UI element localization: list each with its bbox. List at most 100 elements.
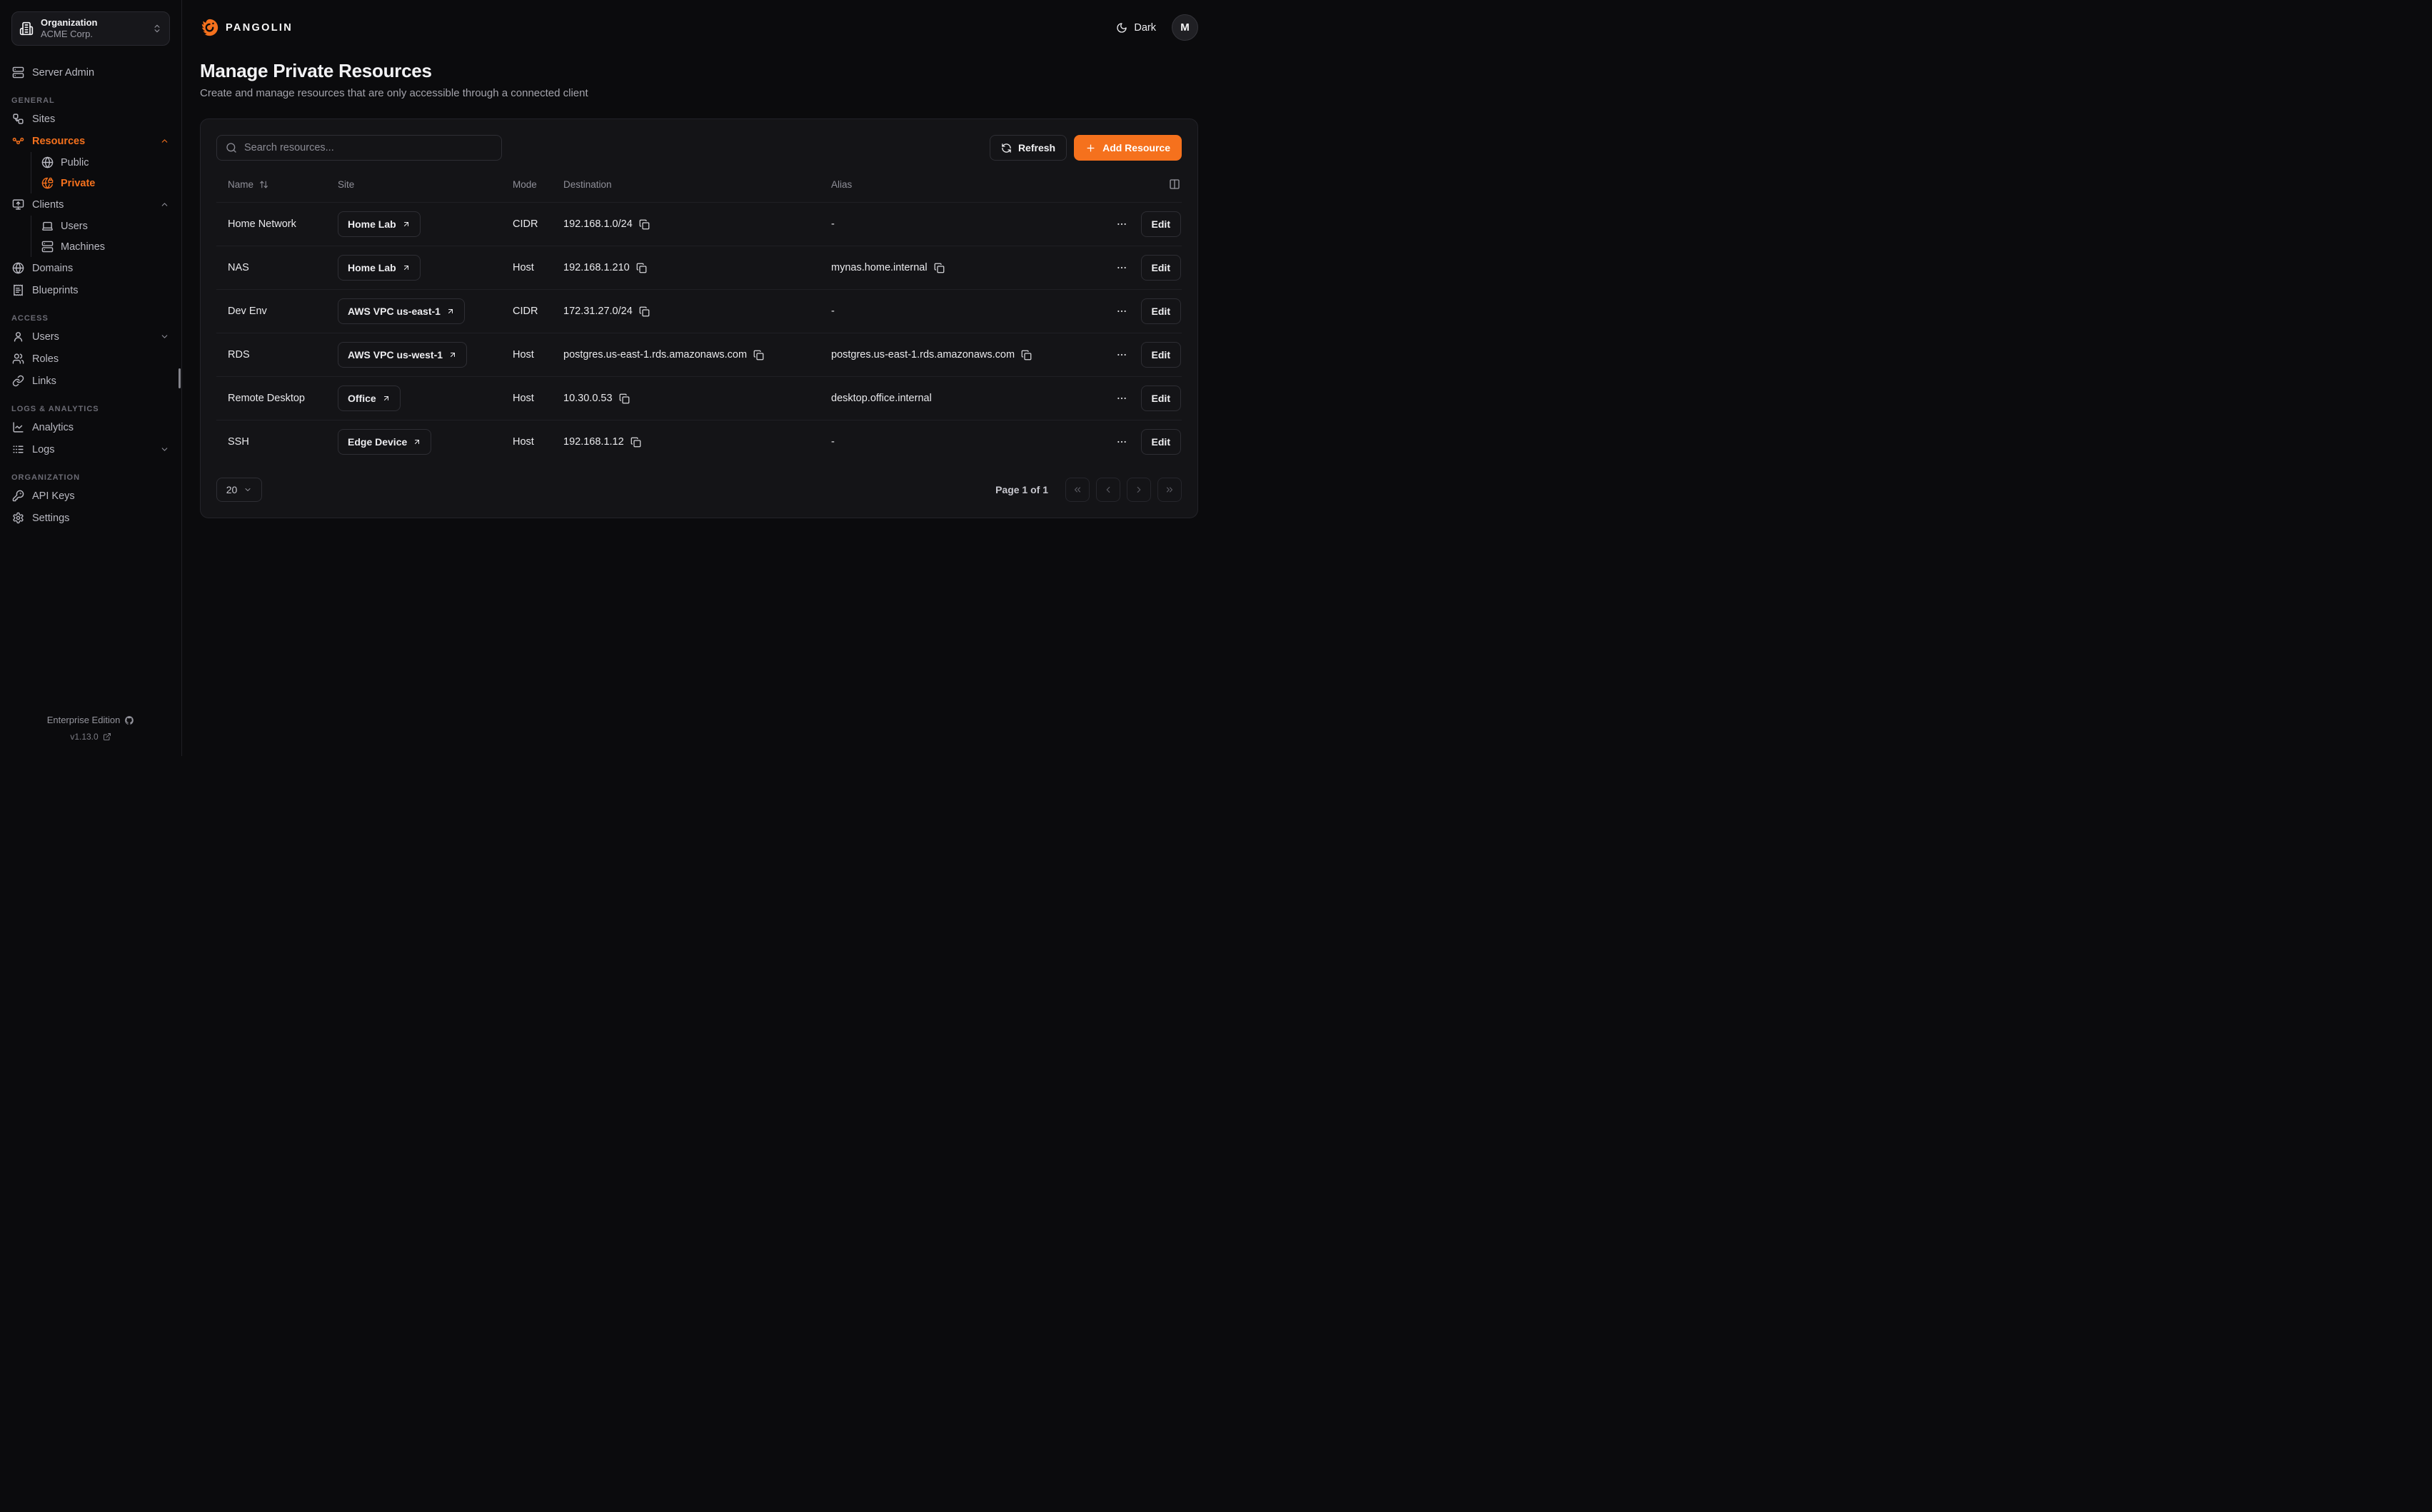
site-link[interactable]: Home Lab — [338, 255, 421, 281]
key-icon — [12, 490, 24, 502]
site-link[interactable]: AWS VPC us-east-1 — [338, 298, 465, 324]
cell-destination: 192.168.1.210 — [563, 262, 630, 273]
edit-button[interactable]: Edit — [1141, 342, 1181, 368]
edit-button[interactable]: Edit — [1141, 255, 1181, 281]
sidebar-item-api-keys[interactable]: API Keys — [11, 485, 170, 507]
edit-button[interactable]: Edit — [1141, 298, 1181, 324]
table-header-row: Name Site Mode Destination Alias — [216, 166, 1182, 202]
next-page-button[interactable] — [1127, 478, 1151, 502]
site-link[interactable]: Home Lab — [338, 211, 421, 237]
copy-icon — [619, 393, 630, 404]
section-label-access: ACCESS — [11, 314, 170, 323]
sidebar-item-label: Public — [61, 157, 89, 168]
chevrons-left-icon — [1072, 485, 1082, 495]
site-link-label: AWS VPC us-east-1 — [348, 306, 441, 317]
sidebar-item-label: Sites — [32, 114, 55, 125]
sidebar-item-links[interactable]: Links — [11, 370, 170, 392]
globe-icon — [12, 262, 24, 274]
github-icon[interactable] — [124, 715, 134, 725]
sidebar-item-private[interactable]: Private — [31, 173, 170, 193]
chevron-down-icon — [160, 332, 169, 341]
sidebar-item-blueprints[interactable]: Blueprints — [11, 279, 170, 301]
sidebar-item-machines[interactable]: Machines — [31, 236, 170, 257]
table-row: Dev Env AWS VPC us-east-1 CIDR 172.31.27… — [216, 289, 1182, 333]
refresh-label: Refresh — [1018, 142, 1055, 153]
site-link[interactable]: Edge Device — [338, 429, 431, 455]
sidebar-item-label: Links — [32, 376, 56, 387]
pangolin-logo-icon — [200, 18, 219, 37]
sidebar-item-server-admin[interactable]: Server Admin — [11, 61, 170, 84]
copy-alias-button[interactable] — [934, 263, 945, 273]
copy-destination-button[interactable] — [753, 350, 764, 361]
brand: PANGOLIN — [200, 18, 293, 37]
theme-toggle[interactable]: Dark — [1116, 22, 1156, 34]
page-size-select[interactable]: 20 — [216, 478, 262, 502]
sidebar-item-client-users[interactable]: Users — [31, 216, 170, 236]
copy-destination-button[interactable] — [619, 393, 630, 404]
cell-destination: postgres.us-east-1.rds.amazonaws.com — [563, 349, 747, 361]
row-more-button[interactable] — [1115, 261, 1129, 275]
avatar[interactable]: M — [1172, 14, 1198, 41]
cell-alias: - — [820, 218, 1103, 230]
ellipsis-icon — [1116, 349, 1127, 361]
column-header-name[interactable]: Name — [216, 179, 326, 190]
table-row: RDS AWS VPC us-west-1 Host postgres.us-e… — [216, 333, 1182, 376]
copy-destination-button[interactable] — [636, 263, 647, 273]
previous-page-button[interactable] — [1096, 478, 1120, 502]
cell-mode: CIDR — [501, 306, 552, 317]
search-input[interactable] — [244, 142, 493, 153]
sidebar-item-users[interactable]: Users — [11, 326, 170, 348]
cell-destination: 192.168.1.0/24 — [563, 218, 633, 230]
copy-alias-button[interactable] — [1021, 350, 1032, 361]
sidebar-item-domains[interactable]: Domains — [11, 257, 170, 279]
copy-destination-button[interactable] — [630, 437, 641, 448]
row-more-button[interactable] — [1115, 348, 1129, 362]
server-icon — [41, 241, 54, 253]
edit-button[interactable]: Edit — [1141, 429, 1181, 455]
topbar: PANGOLIN Dark M — [200, 14, 1198, 41]
copy-destination-button[interactable] — [639, 306, 650, 317]
add-resource-button[interactable]: Add Resource — [1074, 135, 1182, 161]
add-resource-label: Add Resource — [1102, 142, 1170, 153]
sidebar-item-analytics[interactable]: Analytics — [11, 416, 170, 438]
last-page-button[interactable] — [1157, 478, 1182, 502]
copy-icon — [753, 350, 764, 361]
edition-label: Enterprise Edition — [47, 715, 121, 725]
edition-badge: Enterprise Edition — [47, 715, 135, 725]
edit-button[interactable]: Edit — [1141, 385, 1181, 411]
chevron-right-icon — [1134, 485, 1144, 495]
version-link[interactable]: v1.13.0 — [70, 732, 111, 742]
row-more-button[interactable] — [1115, 435, 1129, 449]
refresh-button[interactable]: Refresh — [990, 135, 1067, 161]
page-title: Manage Private Resources — [200, 60, 1198, 82]
ellipsis-icon — [1116, 262, 1127, 273]
version-label: v1.13.0 — [70, 732, 98, 742]
chart-line-icon — [12, 421, 24, 433]
sidebar-item-clients[interactable]: Clients — [11, 193, 170, 216]
site-link[interactable]: AWS VPC us-west-1 — [338, 342, 467, 368]
resources-subnav: Public Private — [31, 152, 170, 193]
sidebar-item-label: API Keys — [32, 490, 75, 502]
sidebar-item-logs[interactable]: Logs — [11, 438, 170, 460]
row-more-button[interactable] — [1115, 217, 1129, 231]
refresh-icon — [1001, 143, 1012, 153]
sidebar-item-label: Logs — [32, 444, 54, 455]
sidebar-item-roles[interactable]: Roles — [11, 348, 170, 370]
sidebar-item-label: Resources — [32, 136, 85, 147]
sidebar-item-sites[interactable]: Sites — [11, 108, 170, 130]
copy-destination-button[interactable] — [639, 219, 650, 230]
first-page-button[interactable] — [1065, 478, 1090, 502]
row-more-button[interactable] — [1115, 304, 1129, 318]
chevron-up-icon — [160, 200, 169, 209]
row-more-button[interactable] — [1115, 391, 1129, 405]
column-visibility-button[interactable] — [1167, 177, 1182, 191]
sidebar-scrollbar-thumb[interactable] — [179, 368, 181, 388]
site-link[interactable]: Office — [338, 385, 401, 411]
receipt-icon — [12, 284, 24, 296]
sidebar-item-resources[interactable]: Resources — [11, 130, 170, 152]
edit-button[interactable]: Edit — [1141, 211, 1181, 237]
org-switcher[interactable]: Organization ACME Corp. — [11, 11, 170, 46]
sidebar-item-settings[interactable]: Settings — [11, 507, 170, 529]
topbar-actions: Dark M — [1116, 14, 1198, 41]
sidebar-item-public[interactable]: Public — [31, 152, 170, 173]
